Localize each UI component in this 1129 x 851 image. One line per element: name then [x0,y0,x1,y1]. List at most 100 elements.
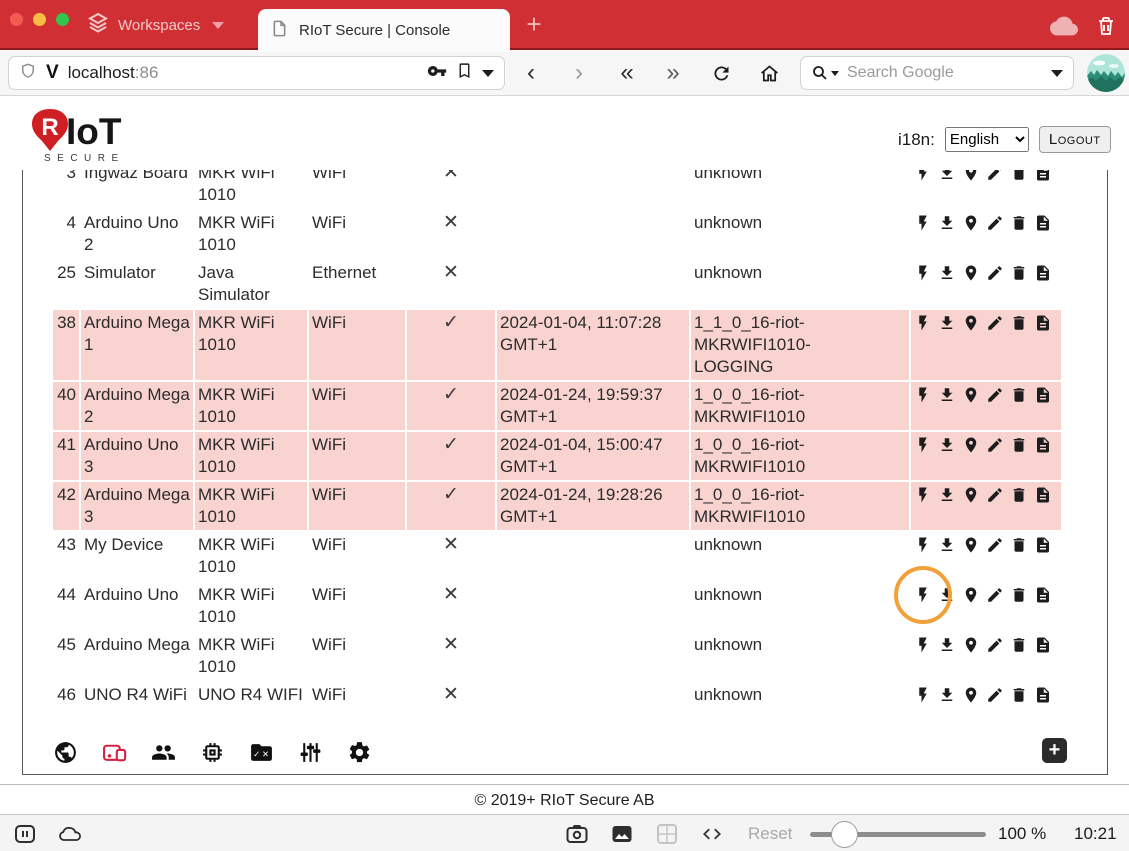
delete-icon[interactable] [1010,386,1028,404]
forward-button[interactable]: › [564,58,594,88]
profile-avatar[interactable] [1087,54,1125,92]
language-select[interactable]: English [945,127,1029,152]
flash-icon[interactable] [914,314,932,332]
download-icon[interactable] [938,536,956,554]
location-icon[interactable] [962,264,980,282]
delete-icon[interactable] [1010,214,1028,232]
location-icon[interactable] [962,170,980,182]
edit-icon[interactable] [986,636,1004,654]
download-icon[interactable] [938,436,956,454]
url-port[interactable]: :86 [135,63,159,82]
shield-icon[interactable] [19,62,37,85]
developer-code-icon[interactable] [700,822,724,846]
search-engine-icon[interactable] [811,64,839,82]
log-icon[interactable] [1034,486,1052,504]
flash-icon[interactable] [914,636,932,654]
reload-button[interactable] [706,58,736,88]
edit-icon[interactable] [986,386,1004,404]
tiling-grid-icon[interactable] [655,822,679,846]
add-device-button[interactable]: + [1042,738,1067,763]
delete-icon[interactable] [1010,536,1028,554]
zoom-reset-button[interactable]: Reset [748,824,792,844]
edit-icon[interactable] [986,586,1004,604]
window-close-button[interactable] [10,13,23,26]
download-icon[interactable] [938,386,956,404]
url-host[interactable]: localhost [68,63,135,82]
edit-icon[interactable] [986,686,1004,704]
search-placeholder[interactable]: Search Google [847,64,1043,82]
logout-button[interactable]: Logout [1039,126,1111,153]
flash-icon[interactable] [914,386,932,404]
search-dropdown-caret-icon[interactable] [1051,70,1063,77]
log-icon[interactable] [1034,586,1052,604]
location-icon[interactable] [962,386,980,404]
delete-icon[interactable] [1010,314,1028,332]
rules-folder-icon[interactable]: ✓✕ [249,740,274,765]
new-tab-button[interactable]: + [520,10,548,38]
log-icon[interactable] [1034,314,1052,332]
flash-icon[interactable] [914,586,932,604]
log-icon[interactable] [1034,686,1052,704]
log-icon[interactable] [1034,536,1052,554]
location-icon[interactable] [962,636,980,654]
zoom-slider-knob[interactable] [831,821,858,848]
download-icon[interactable] [938,486,956,504]
flash-icon[interactable] [914,264,932,282]
edit-icon[interactable] [986,436,1004,454]
flash-icon[interactable] [914,214,932,232]
flash-icon[interactable] [914,486,932,504]
flash-icon[interactable] [914,536,932,554]
sync-cloud-icon[interactable] [1050,14,1078,38]
edit-icon[interactable] [986,170,1004,182]
browser-tab-active[interactable]: RIoT Secure | Console [258,9,510,52]
sync-status-cloud-icon[interactable] [58,822,82,846]
delete-icon[interactable] [1010,170,1028,182]
location-icon[interactable] [962,536,980,554]
devices-icon[interactable] [102,740,127,765]
window-zoom-button[interactable] [56,13,69,26]
rewind-button[interactable]: « [612,58,642,88]
download-icon[interactable] [938,636,956,654]
download-icon[interactable] [938,686,956,704]
flash-icon[interactable] [914,170,932,182]
search-field[interactable]: Search Google [800,56,1074,90]
log-icon[interactable] [1034,436,1052,454]
download-icon[interactable] [938,214,956,232]
bookmark-icon[interactable] [456,62,473,84]
edit-icon[interactable] [986,314,1004,332]
capture-camera-icon[interactable] [565,822,589,846]
address-bar[interactable]: V localhost:86 [8,56,505,90]
delete-icon[interactable] [1010,486,1028,504]
flash-icon[interactable] [914,436,932,454]
log-icon[interactable] [1034,386,1052,404]
edit-icon[interactable] [986,214,1004,232]
gear-icon[interactable] [347,740,372,765]
edit-icon[interactable] [986,486,1004,504]
log-icon[interactable] [1034,214,1052,232]
location-icon[interactable] [962,686,980,704]
log-icon[interactable] [1034,636,1052,654]
home-button[interactable] [754,58,784,88]
memory-icon[interactable] [200,740,225,765]
delete-icon[interactable] [1010,264,1028,282]
window-minimize-button[interactable] [33,13,46,26]
edit-icon[interactable] [986,536,1004,554]
trash-icon[interactable] [1094,14,1118,38]
page-actions-image-icon[interactable] [610,822,634,846]
panel-toggle-icon[interactable] [13,822,37,846]
globe-icon[interactable] [53,740,78,765]
delete-icon[interactable] [1010,686,1028,704]
back-button[interactable]: ‹ [516,58,546,88]
edit-icon[interactable] [986,264,1004,282]
delete-icon[interactable] [1010,586,1028,604]
location-icon[interactable] [962,586,980,604]
people-icon[interactable] [151,740,176,765]
download-icon[interactable] [938,586,956,604]
sliders-icon[interactable] [298,740,323,765]
workspaces-button[interactable]: Workspaces [86,10,224,40]
log-icon[interactable] [1034,170,1052,182]
location-icon[interactable] [962,214,980,232]
fast-forward-button[interactable]: » [658,58,688,88]
password-key-icon[interactable] [427,61,447,86]
download-icon[interactable] [938,264,956,282]
